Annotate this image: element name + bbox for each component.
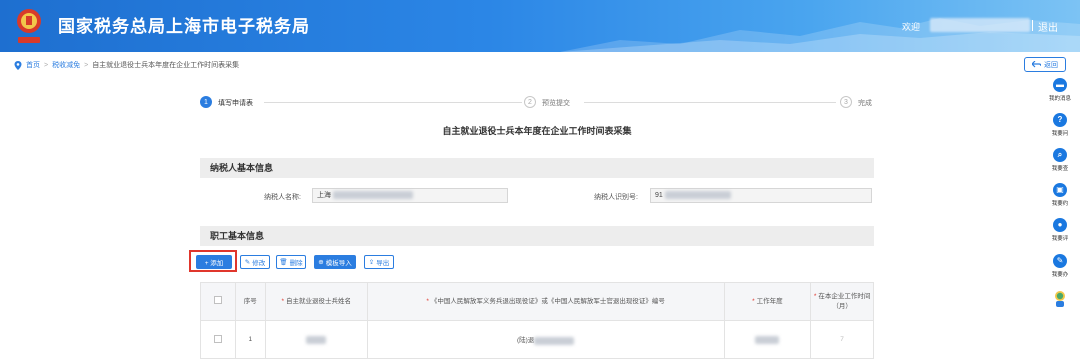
export-icon: ⇪	[368, 259, 375, 266]
site-title: 国家税务总局上海市电子税务局	[58, 17, 310, 36]
form-title: 自主就业退役士兵本年度在企业工作时间表采集	[442, 126, 632, 136]
edit-button-label: 修改	[252, 260, 266, 267]
edit-icon: ✎	[1053, 254, 1067, 268]
tax-emblem-logo	[17, 9, 41, 43]
row-checkbox[interactable]	[213, 334, 222, 343]
col-months-header-label: 在本企业工作时间（月）	[818, 292, 871, 310]
step-3-label: 完成	[858, 100, 872, 107]
required-asterisk: *	[426, 297, 429, 305]
sidebar-label: 我要评	[1051, 236, 1069, 242]
select-all-cell[interactable]	[200, 282, 236, 321]
taxpayer-name-field: 上海	[312, 188, 508, 203]
header-divider	[1032, 20, 1033, 31]
taxpayer-name-value: 上海	[317, 192, 331, 199]
col-cert-header: * 《中国人民解放军义务兵退出现役证》或《中国人民解放军士官退出现役证》编号	[366, 282, 725, 321]
sidebar-label: 我的消息	[1048, 96, 1071, 102]
taxpayer-id-label: 纳税人识别号:	[594, 194, 638, 201]
trash-icon: 🗑	[279, 259, 288, 266]
sidebar-label: 我要问	[1051, 131, 1069, 137]
row-name	[264, 320, 368, 359]
sidebar-label: 我要约	[1051, 201, 1069, 207]
row-year	[723, 320, 812, 359]
required-asterisk: *	[752, 297, 755, 305]
sidebar-label: 我要办	[1051, 272, 1069, 278]
col-name-header-label: 自主就业退役士兵姓名	[286, 297, 351, 305]
select-all-checkbox[interactable]	[213, 295, 222, 304]
breadcrumb-separator: >	[44, 61, 49, 69]
breadcrumb-current: 自主就业退役士兵本年度在企业工作时间表采集	[92, 62, 240, 69]
step-1-label: 填写申请表	[218, 100, 253, 107]
breadcrumb-home[interactable]: 首页	[26, 60, 40, 70]
breadcrumb: 首页 > 税收减免 > 自主就业退役士兵本年度在企业工作时间表采集	[14, 60, 239, 70]
import-icon: ⊕	[318, 259, 324, 266]
welcome-text: 欢迎	[902, 22, 921, 32]
sidebar-item-messages[interactable]: ▬ 我的消息	[1040, 78, 1080, 102]
step-connector	[584, 102, 836, 103]
breadcrumb-tax-relief[interactable]: 税收减免	[52, 60, 80, 70]
progress-steps: 1 填写申请表 2 预览提交 3 完成	[200, 96, 880, 110]
taxpayer-id-field: 91	[650, 188, 872, 203]
step-1-circle: 1	[200, 96, 212, 108]
sidebar-item-appointment[interactable]: ▣ 我要约	[1040, 183, 1080, 207]
required-asterisk: *	[281, 297, 284, 305]
employee-section-header: 职工基本信息	[200, 226, 874, 246]
masked-text	[664, 191, 731, 200]
col-months-header: * 在本企业工作时间（月）	[810, 282, 874, 321]
taxpayer-id-value: 91	[655, 192, 663, 199]
location-pin-icon	[14, 60, 22, 70]
add-button-highlight-box	[189, 250, 237, 272]
sidebar-item-handle[interactable]: ✎ 我要办	[1040, 254, 1080, 278]
masked-text	[306, 335, 327, 344]
message-icon: ▬	[1053, 78, 1067, 92]
sidebar-item-review[interactable]: ● 我要评	[1040, 218, 1080, 242]
step-2-label: 预览提交	[542, 100, 570, 107]
edit-icon: ✎	[244, 259, 251, 266]
row-seq: 1	[234, 320, 266, 359]
delete-button-label: 删除	[289, 260, 303, 267]
col-cert-header-label: 《中国人民解放军义务兵退出现役证》或《中国人民解放军士官退出现役证》编号	[430, 297, 665, 305]
sidebar-item-search[interactable]: ⌕ 我要查	[1040, 148, 1080, 172]
breadcrumb-separator: >	[84, 61, 89, 69]
edit-button[interactable]: ✎ 修改	[240, 255, 270, 269]
question-icon: ?	[1053, 113, 1067, 127]
calendar-icon: ▣	[1053, 183, 1067, 197]
step-2-circle: 2	[524, 96, 536, 108]
row-cert: (陆)退	[366, 320, 725, 359]
employee-table: 序号 * 自主就业退役士兵姓名 * 《中国人民解放军义务兵退出现役证》或《中国人民解…	[200, 282, 874, 359]
sidebar-item-assistant[interactable]	[1040, 290, 1080, 310]
row-select-cell[interactable]	[200, 320, 236, 359]
delete-button[interactable]: 🗑 删除	[276, 255, 306, 269]
top-banner: 国家税务总局上海市电子税务局 欢迎 退出	[0, 0, 1080, 52]
col-year-header-label: 工作年度	[756, 297, 783, 305]
taxpayer-name-label: 纳税人名称:	[264, 194, 301, 201]
table-header-row: 序号 * 自主就业退役士兵姓名 * 《中国人民解放军义务兵退出现役证》或《中国人民解…	[200, 282, 874, 321]
taxpayer-section-header: 纳税人基本信息	[200, 158, 874, 178]
mascot-icon	[1055, 291, 1065, 307]
required-asterisk: *	[813, 292, 817, 300]
template-import-button[interactable]: ⊕ 模板导入	[314, 255, 356, 269]
logout-link[interactable]: 退出	[1038, 19, 1058, 34]
back-arrow-icon	[1032, 61, 1041, 68]
col-year-header: * 工作年度	[723, 282, 812, 321]
row-cert-prefix: (陆)退	[516, 337, 535, 345]
col-seq-header: 序号	[234, 282, 266, 321]
comment-icon: ●	[1053, 218, 1067, 232]
masked-text	[534, 336, 575, 345]
username-masked	[930, 18, 1030, 32]
back-button-label: 返回	[1044, 61, 1058, 69]
template-import-label: 模板导入	[325, 260, 352, 267]
export-button-label: 导出	[376, 260, 390, 267]
sidebar-label: 我要查	[1051, 166, 1069, 172]
sidebar-item-ask[interactable]: ? 我要问	[1040, 113, 1080, 137]
col-name-header: * 自主就业退役士兵姓名	[264, 282, 368, 321]
export-button[interactable]: ⇪ 导出	[364, 255, 394, 269]
masked-text	[332, 191, 413, 200]
table-row[interactable]: 1 (陆)退 7	[200, 320, 874, 359]
step-3-circle: 3	[840, 96, 852, 108]
search-icon: ⌕	[1053, 148, 1067, 162]
row-months: 7	[810, 320, 874, 359]
masked-text	[755, 335, 780, 344]
step-connector	[264, 102, 522, 103]
back-button[interactable]: 返回	[1024, 57, 1066, 72]
